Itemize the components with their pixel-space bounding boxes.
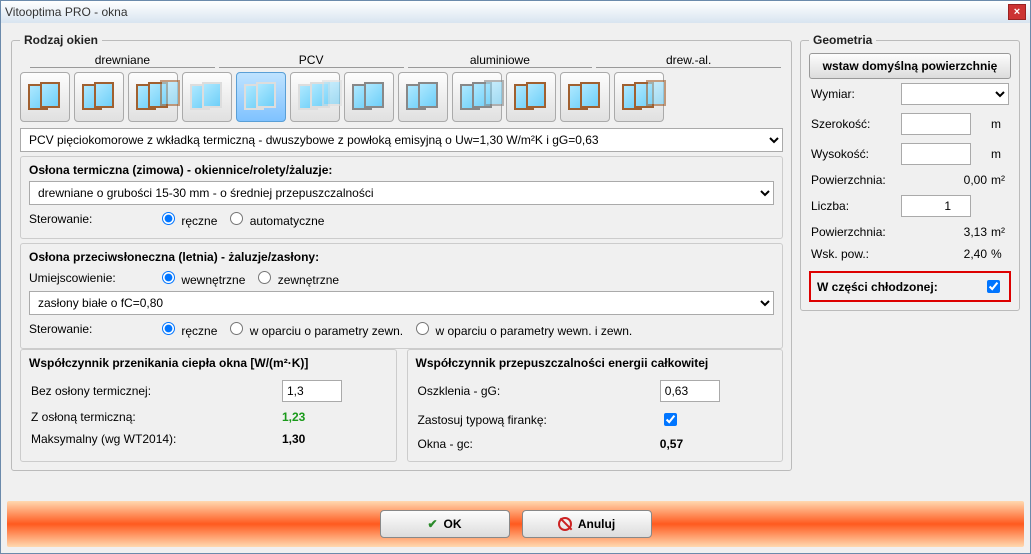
- z-label: Z osłoną termiczną:: [29, 406, 280, 428]
- wsk-label: Wsk. pow.:: [809, 243, 899, 265]
- unit-m-2: m: [989, 139, 1011, 169]
- cancel-icon: [558, 517, 572, 531]
- liczba-input[interactable]: [901, 195, 971, 217]
- okna-label: Okna - gc:: [416, 433, 658, 455]
- type-pvc-2-selected[interactable]: [236, 72, 286, 122]
- coef-wrap: Współczynnik przenikania ciepła okna [W/…: [20, 349, 783, 462]
- osz-label: Oszklenia - gG:: [416, 376, 658, 406]
- category-labels: drewniane PCV aluminiowe drew.-al.: [28, 53, 783, 68]
- pow1-label: Powierzchnia:: [809, 169, 899, 191]
- liczba-label: Liczba:: [809, 191, 899, 221]
- type-pvc-3[interactable]: [290, 72, 340, 122]
- wstaw-powierzchnie-button[interactable]: wstaw domyślną powierzchnię: [809, 53, 1011, 79]
- ok-button[interactable]: ✔OK: [380, 510, 510, 538]
- type-al-1[interactable]: [344, 72, 394, 122]
- chlodzona-highlight: W części chłodzonej:: [809, 271, 1011, 302]
- okna-value: 0,57: [658, 433, 774, 455]
- type-mix-2[interactable]: [560, 72, 610, 122]
- rodzaj-legend: Rodzaj okien: [20, 33, 102, 47]
- umiej-wewn[interactable]: wewnętrzne: [157, 268, 245, 287]
- osz-input[interactable]: [660, 380, 720, 402]
- dialog-window: Vitooptima PRO - okna × Rodzaj okien dre…: [0, 0, 1031, 554]
- rodzaj-okien-group: Rodzaj okien drewniane PCV aluminiowe dr…: [11, 33, 792, 471]
- type-mix-1[interactable]: [506, 72, 556, 122]
- coef-u-hdr: Współczynnik przenikania ciepła okna [W/…: [29, 356, 388, 370]
- window-spec-dropdown[interactable]: PCV pięciokomorowe z wkładką termiczną -…: [20, 128, 783, 152]
- cat-aluminiowe: aluminiowe: [408, 53, 593, 68]
- szer-input[interactable]: [901, 113, 971, 135]
- type-mix-3[interactable]: [614, 72, 664, 122]
- max-label: Maksymalny (wg WT2014):: [29, 428, 280, 450]
- szer-label: Szerokość:: [809, 109, 899, 139]
- type-al-3[interactable]: [452, 72, 502, 122]
- z-value: 1,23: [280, 406, 388, 428]
- window-type-icons: [20, 72, 783, 122]
- geometria-group: Geometria wstaw domyślną powierzchnię Wy…: [800, 33, 1020, 311]
- chlodzona-checkbox[interactable]: [987, 280, 1000, 293]
- fir-checkbox[interactable]: [664, 413, 677, 426]
- zimowa-dropdown[interactable]: drewniane o grubości 15-30 mm - o średni…: [29, 181, 774, 205]
- type-wood-2[interactable]: [74, 72, 124, 122]
- window-title: Vitooptima PRO - okna: [5, 5, 1008, 19]
- bez-label: Bez osłony termicznej:: [29, 376, 280, 406]
- letnia-wewn-zewn-radio[interactable]: [416, 322, 429, 335]
- type-pvc-1[interactable]: [182, 72, 232, 122]
- type-wood-3[interactable]: [128, 72, 178, 122]
- left-panel: Rodzaj okien drewniane PCV aluminiowe dr…: [11, 33, 792, 491]
- letnia-hdr: Osłona przeciwsłoneczna (letnia) - żaluz…: [29, 250, 774, 264]
- letnia-zewn-radio[interactable]: [230, 322, 243, 335]
- wymiar-label: Wymiar:: [809, 79, 899, 109]
- close-icon[interactable]: ×: [1008, 4, 1026, 20]
- unit-m2-1: m²: [989, 169, 1011, 191]
- pow2-label: Powierzchnia:: [809, 221, 899, 243]
- wys-input[interactable]: [901, 143, 971, 165]
- pow2-value: 3,13: [899, 221, 989, 243]
- titlebar: Vitooptima PRO - okna ×: [1, 1, 1030, 23]
- umiej-zewn-radio[interactable]: [258, 271, 271, 284]
- zimowa-reczne[interactable]: ręczne: [157, 209, 217, 228]
- unit-m-1: m: [989, 109, 1011, 139]
- umiej-wewn-radio[interactable]: [162, 271, 175, 284]
- oslona-zimowa-group: Osłona termiczna (zimowa) - okiennice/ro…: [20, 156, 783, 239]
- cat-drew-al: drew.-al.: [596, 53, 781, 68]
- coef-g-hdr: Współczynnik przepuszczalności energii c…: [416, 356, 775, 370]
- coef-g-group: Współczynnik przepuszczalności energii c…: [407, 349, 784, 462]
- letnia-wewn-zewn[interactable]: w oparciu o parametry wewn. i zewn.: [411, 319, 632, 338]
- zimowa-sterowanie-label: Sterowanie:: [29, 212, 149, 226]
- letnia-ster-label: Sterowanie:: [29, 322, 149, 336]
- right-panel: Geometria wstaw domyślną powierzchnię Wy…: [800, 33, 1020, 491]
- umiej-zewn[interactable]: zewnętrzne: [253, 268, 339, 287]
- wymiar-dropdown[interactable]: [901, 83, 1009, 105]
- pow1-value: 0,00: [899, 169, 989, 191]
- type-al-2[interactable]: [398, 72, 448, 122]
- wys-label: Wysokość:: [809, 139, 899, 169]
- check-icon: ✔: [427, 517, 437, 531]
- content: Rodzaj okien drewniane PCV aluminiowe dr…: [1, 23, 1030, 501]
- chlodzona-label: W części chłodzonej:: [817, 280, 938, 294]
- letnia-dropdown[interactable]: zasłony białe o fC=0,80: [29, 291, 774, 315]
- bez-input[interactable]: [282, 380, 342, 402]
- fir-label: Zastosuj typową firankę:: [416, 406, 658, 433]
- footer: ✔OK Anuluj: [7, 501, 1024, 547]
- wsk-value: 2,40: [899, 243, 989, 265]
- zimowa-hdr: Osłona termiczna (zimowa) - okiennice/ro…: [29, 163, 774, 177]
- coef-u-group: Współczynnik przenikania ciepła okna [W/…: [20, 349, 397, 462]
- unit-pct: %: [989, 243, 1011, 265]
- cancel-button[interactable]: Anuluj: [522, 510, 652, 538]
- max-value: 1,30: [280, 428, 388, 450]
- umiej-label: Umiejscowienie:: [29, 271, 149, 285]
- geo-legend: Geometria: [809, 33, 876, 47]
- letnia-reczne[interactable]: ręczne: [157, 319, 217, 338]
- unit-m2-2: m²: [989, 221, 1011, 243]
- cat-pcv: PCV: [219, 53, 404, 68]
- letnia-reczne-radio[interactable]: [162, 322, 175, 335]
- cat-drewniane: drewniane: [30, 53, 215, 68]
- zimowa-reczne-radio[interactable]: [162, 212, 175, 225]
- oslona-letnia-group: Osłona przeciwsłoneczna (letnia) - żaluz…: [20, 243, 783, 349]
- letnia-zewn[interactable]: w oparciu o parametry zewn.: [225, 319, 403, 338]
- zimowa-auto[interactable]: automatyczne: [225, 209, 324, 228]
- zimowa-auto-radio[interactable]: [230, 212, 243, 225]
- type-wood-1[interactable]: [20, 72, 70, 122]
